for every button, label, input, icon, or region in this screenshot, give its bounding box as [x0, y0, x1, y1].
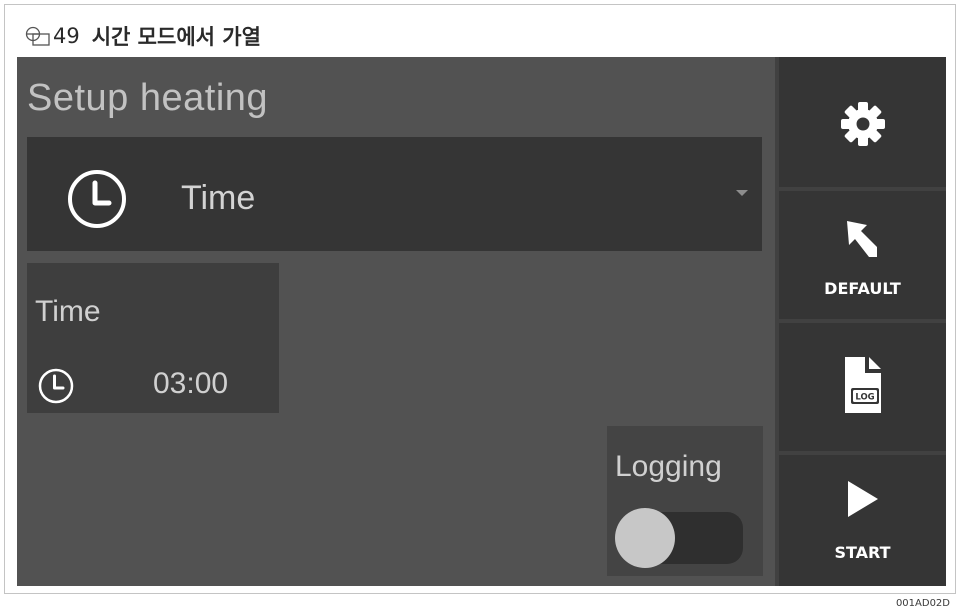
figure-title: 시간 모드에서 가열 [91, 25, 261, 49]
start-label: START [834, 543, 891, 562]
log-button[interactable]: LOG [779, 323, 946, 451]
logging-toggle[interactable] [615, 508, 743, 568]
reset-arrow-icon [846, 221, 877, 257]
chevron-down-icon [736, 190, 748, 196]
play-icon [847, 481, 878, 517]
settings-button[interactable] [779, 57, 946, 187]
start-button[interactable]: START [779, 455, 946, 586]
default-label: DEFAULT [824, 279, 901, 298]
time-value: 03:00 [153, 367, 229, 400]
figure-caption: 49 시간 모드에서 가열 [25, 21, 261, 51]
logging-card: Logging [607, 426, 763, 576]
time-setting-card[interactable]: Time 03:00 [27, 263, 279, 413]
mode-select-value: Time [181, 179, 256, 217]
svg-text:LOG: LOG [855, 393, 874, 403]
image-code: 001AD02D [895, 598, 950, 609]
default-button[interactable]: DEFAULT [779, 191, 946, 319]
clock-icon [68, 170, 126, 228]
gear-icon [840, 102, 885, 146]
heating-mode-dropdown[interactable]: Time [27, 137, 762, 251]
log-file-icon: LOG [844, 357, 881, 413]
figure-icon [25, 26, 50, 46]
logging-label: Logging [615, 450, 722, 483]
device-screen: Setup heating Time Time 03:00 Logging DE… [17, 57, 946, 586]
figure-number: 49 [53, 24, 80, 48]
toggle-knob [615, 508, 675, 568]
clock-icon [38, 368, 74, 404]
time-card-label: Time [35, 295, 101, 328]
screen-title: Setup heating [27, 77, 269, 119]
side-panel: DEFAULT LOG START [775, 57, 946, 586]
